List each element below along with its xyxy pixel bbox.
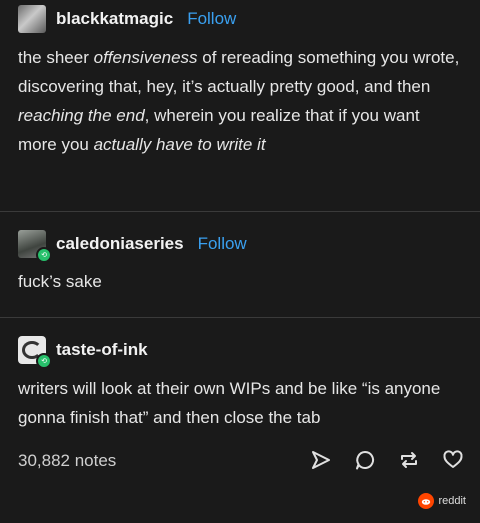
- post-text-italic: offensiveness: [93, 48, 198, 67]
- reply-icon[interactable]: [354, 449, 376, 471]
- divider: [0, 211, 480, 212]
- notes-count[interactable]: 30,882 notes: [18, 451, 116, 471]
- username[interactable]: blackkatmagic: [56, 9, 173, 29]
- post-text-segment: the sheer: [18, 48, 94, 67]
- post-3: ⟲ taste-of-ink writers will look at thei…: [0, 333, 480, 432]
- reblog-badge-icon: ⟲: [36, 247, 52, 263]
- action-bar: [310, 449, 464, 471]
- divider: [0, 317, 480, 318]
- username[interactable]: taste-of-ink: [56, 340, 148, 360]
- post-text-italic: actually have to write it: [93, 135, 266, 154]
- follow-button[interactable]: Follow: [187, 9, 236, 29]
- post-footer: 30,882 notes: [0, 446, 480, 476]
- post-text-italic: reaching the end: [18, 106, 145, 125]
- avatar[interactable]: ⟲: [18, 336, 52, 369]
- reddit-watermark: reddit: [418, 493, 466, 509]
- post-header: ⟲ taste-of-ink: [0, 333, 480, 369]
- avatar[interactable]: ⟲: [18, 230, 52, 263]
- reblog-badge-icon: ⟲: [36, 353, 52, 369]
- reddit-label: reddit: [438, 495, 466, 507]
- post-text: fuck’s sake: [18, 272, 102, 291]
- post-text: writers will look at their own WIPs and …: [18, 379, 441, 427]
- post-1: blackkatmagic Follow the sheer offensive…: [0, 2, 480, 159]
- share-icon[interactable]: [310, 449, 332, 471]
- reblog-icon[interactable]: [398, 449, 420, 471]
- post-text: the sheer offensiveness of rereading som…: [0, 43, 480, 159]
- post-header: ⟲ caledoniaseries Follow: [0, 227, 480, 263]
- post-2: ⟲ caledoniaseries Follow fuck’s sake: [0, 227, 480, 296]
- post-header: blackkatmagic Follow: [0, 2, 480, 36]
- reddit-logo-icon: [418, 493, 435, 509]
- username[interactable]: caledoniaseries: [56, 234, 184, 254]
- avatar[interactable]: [18, 5, 46, 33]
- follow-button[interactable]: Follow: [198, 234, 247, 254]
- like-icon[interactable]: [442, 449, 464, 471]
